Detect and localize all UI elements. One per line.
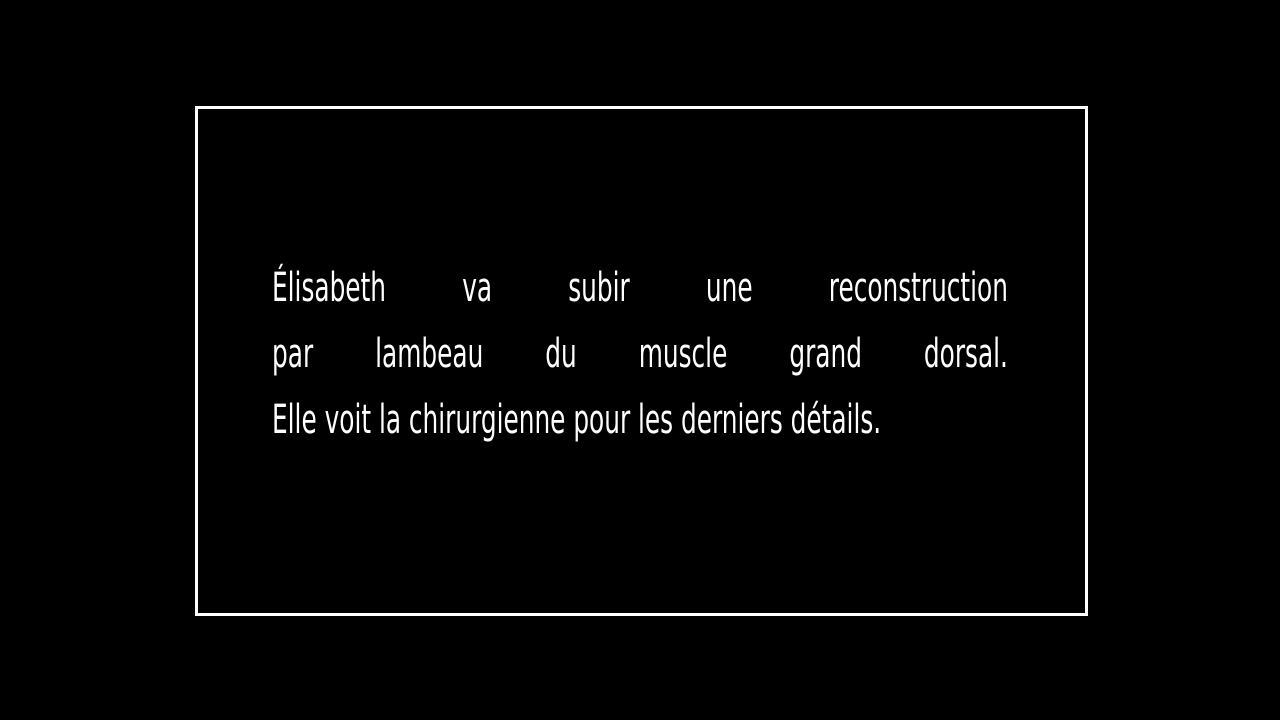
caption-line-3: Elle voit la chirurgienne pour les derni… [272,397,882,443]
caption-text: Élisabeth va subir une reconstruction pa… [272,255,1008,453]
caption-line-2: par lambeau du muscle grand dorsal. [272,331,1008,377]
caption-line-1: Élisabeth va subir une reconstruction [272,265,1008,311]
